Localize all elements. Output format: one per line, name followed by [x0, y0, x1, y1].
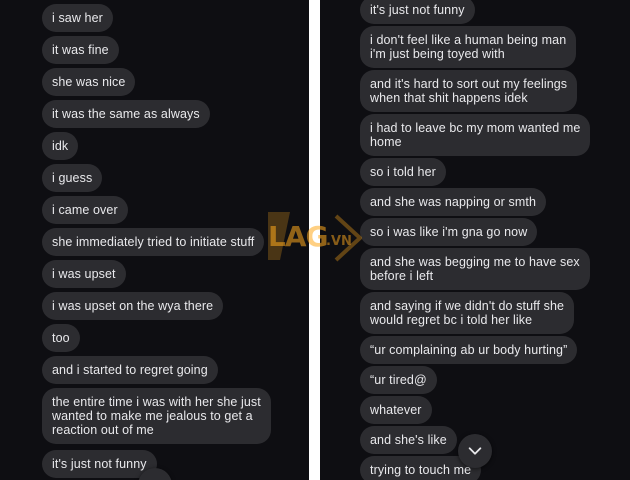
message-bubble[interactable]: it was fine [42, 36, 119, 64]
left-chat-panel: i saw her it was fine she was nice it wa… [0, 0, 309, 480]
message-bubble[interactable]: and i started to regret going [42, 356, 218, 384]
message-bubble[interactable]: idk [42, 132, 79, 160]
message-bubble[interactable]: i came over [42, 196, 128, 224]
message-bubble[interactable]: the entire time i was with her she just … [42, 388, 271, 444]
panel-divider [309, 0, 320, 480]
message-bubble[interactable]: i had to leave bc my mom wanted me home [360, 114, 591, 156]
message-bubble[interactable]: she immediately tried to initiate stuff [42, 228, 265, 256]
message-bubble[interactable]: it's just not funny [360, 0, 475, 24]
message-bubble[interactable]: so i told her [360, 158, 446, 186]
message-bubble[interactable]: it was the same as always [42, 100, 210, 128]
message-bubble[interactable]: “ur tired@ [360, 366, 437, 394]
message-bubble[interactable]: she was nice [42, 68, 136, 96]
message-bubble[interactable]: i was upset on the wya there [42, 292, 224, 320]
message-bubble[interactable]: whatever [360, 396, 432, 424]
message-bubble[interactable]: i guess [42, 164, 103, 192]
message-bubble[interactable]: and she was napping or smth [360, 188, 546, 216]
message-bubble[interactable]: too [42, 324, 80, 352]
scroll-down-button[interactable] [458, 434, 492, 468]
chevron-down-icon [468, 447, 482, 455]
message-bubble[interactable]: and saying if we didn't do stuff she wou… [360, 292, 575, 334]
message-bubble[interactable]: “ur complaining ab ur body hurting” [360, 336, 578, 364]
message-bubble[interactable]: and she's like [360, 426, 457, 454]
message-bubble[interactable]: so i was like i'm gna go now [360, 218, 538, 246]
message-bubble[interactable]: and she was begging me to have sex befor… [360, 248, 590, 290]
message-bubble[interactable]: it's just not funny [42, 450, 157, 478]
message-bubble[interactable]: and it's hard to sort out my feelings wh… [360, 70, 578, 112]
right-chat-panel: it's just not funny i don't feel like a … [320, 0, 630, 480]
message-bubble[interactable]: i don't feel like a human being man i'm … [360, 26, 577, 68]
message-bubble[interactable]: i saw her [42, 4, 113, 32]
chevron-down-icon [146, 476, 164, 480]
message-bubble[interactable]: i was upset [42, 260, 126, 288]
